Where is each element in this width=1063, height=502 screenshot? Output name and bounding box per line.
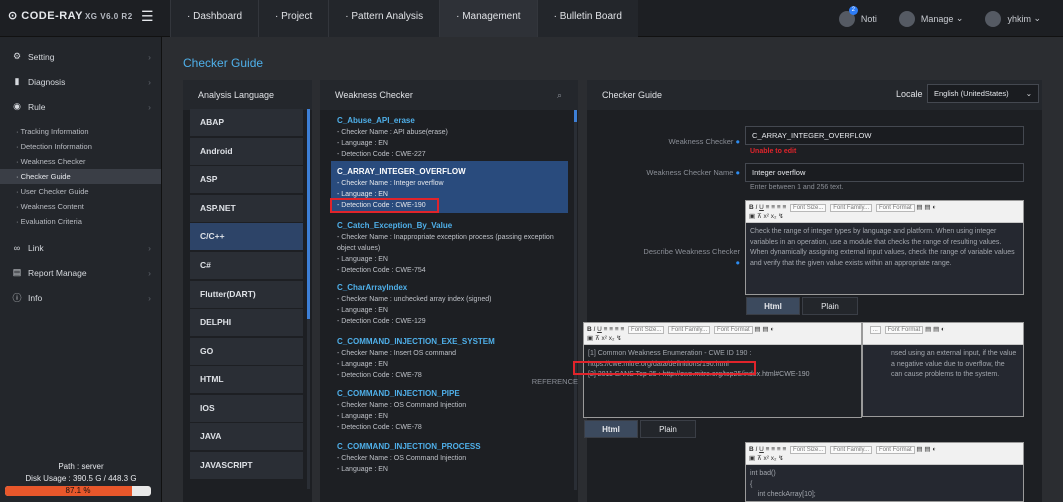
notification-badge: 2 [848,5,858,15]
language-item[interactable]: C# [190,252,303,279]
nav-bulletin-board[interactable]: · Bulletin Board [536,0,638,37]
language-item[interactable]: ASP [190,166,303,193]
html-tab[interactable]: Html [584,420,638,438]
checker-name-label: Weakness Checker Name ● [646,168,740,177]
sidebar-subitem-weakness-checker[interactable]: · Weakness Checker [0,154,161,169]
language-item[interactable]: HTML [190,366,303,393]
language-item[interactable]: GO [190,338,303,365]
weakness-panel-title: Weakness Checker ⌕ [320,80,578,110]
locale-label: Locale [896,89,923,99]
sidebar-item-report[interactable]: ▤ Report Manage › [0,260,161,285]
sidebar-item-diagnosis[interactable]: ▮ Diagnosis › [0,69,161,94]
report-icon: ▤ [12,267,22,277]
gear-icon [898,10,915,27]
bar-chart-icon: ▮ [14,76,20,86]
editor-toolbar: B I U ≡ ≡ ≡ ≡ Font Size... Font Family..… [746,443,1023,465]
highlight-box [573,361,756,375]
nav-dashboard[interactable]: · Dashboard [170,0,259,37]
search-icon[interactable]: ⌕ [557,80,562,110]
language-item[interactable]: JAVA [190,423,303,450]
nav-project[interactable]: · Project [258,0,329,37]
main-nav: · Dashboard · Project · Pattern Analysis… [170,0,638,37]
checker-item[interactable]: C_Catch_Exception_By_Value - Checker Nam… [331,215,568,275]
checker-item[interactable]: C_Abuse_API_erase - Checker Name : API a… [331,110,568,160]
reference-text[interactable]: [1] Common Weakness Enumeration - CWE ID… [584,345,861,417]
describe-editor[interactable]: B I U ≡ ≡ ≡ ≡ Font Size... Font Family..… [745,200,1024,295]
language-item[interactable]: ABAP [190,109,303,136]
sidebar-subitem-tracking[interactable]: · Tracking Information [0,124,161,139]
nav-pattern-analysis[interactable]: · Pattern Analysis [328,0,440,37]
sidebar-subitem-weakness-content[interactable]: · Weakness Content [0,199,161,214]
language-item[interactable]: DELPHI [190,309,303,336]
checker-item[interactable]: C_COMMAND_INJECTION_EXE_SYSTEM - Checker… [331,331,568,381]
sidebar-subitem-detection[interactable]: · Detection Information [0,139,161,154]
nav-management[interactable]: · Management [439,0,537,37]
avatar [985,10,1002,27]
unable-to-edit-text: Unable to edit [750,148,797,155]
notification-button[interactable]: 2 Noti [838,5,877,27]
checker-item[interactable]: C_COMMAND_INJECTION_PROCESS - Checker Na… [331,436,568,502]
sidebar-item-rule[interactable]: ◉ Rule › [0,94,161,119]
chevron-down-icon: ⌄ [1025,89,1032,98]
language-item[interactable]: Android [190,138,303,165]
user-menu[interactable]: yhkim ⌄ [985,10,1041,27]
language-scroll-thumb[interactable] [307,109,310,319]
reference-label: REFERENCE [531,377,578,386]
sidebar-subitem-user-checker-guide[interactable]: · User Checker Guide [0,184,161,199]
weakness-scroll-thumb[interactable] [574,110,577,122]
highlight-box [330,198,439,213]
language-item[interactable]: ASP.NET [190,195,303,222]
language-panel-title: Analysis Language [183,80,312,110]
gear-icon: ⚙ [12,51,22,61]
top-bar: ⊙ CODE-RAY XG V6.0 R2 ☰ · Dashboard · Pro… [0,0,1063,37]
editor-toolbar: B I U ≡ ≡ ≡ ≡ Font Size... Font Family..… [746,201,1023,223]
language-item[interactable]: IOS [190,395,303,422]
checker-item[interactable]: C_COMMAND_INJECTION_PIPE - Checker Name … [331,383,513,433]
language-item[interactable]: JAVASCRIPT [190,452,303,479]
describe-text[interactable]: Check the range of integer types by lang… [746,223,1023,294]
plain-tab[interactable]: Plain [640,420,696,438]
sidebar-subitem-checker-guide[interactable]: · Checker Guide [0,169,161,184]
page-title: Checker Guide [183,56,264,70]
disk-usage-bar: 87.1 % [5,486,151,496]
sidebar-item-setting[interactable]: ⚙ Setting › [0,44,161,69]
background-editor: ... Font Format ▤ ▤ ◐ nsed using an exte… [862,322,1024,417]
info-icon: ⓘ [12,293,22,303]
menu-icon[interactable]: ☰ [141,8,154,25]
describe-label: Describe Weakness Checker ● [643,247,740,267]
sidebar: ⚙ Setting › ▮ Diagnosis › ◉ Rule › · Tracking … [0,37,162,502]
sidebar-item-link[interactable]: ∞ Link › [0,235,161,260]
language-item[interactable]: Flutter(DART) [190,281,303,308]
locale-select[interactable]: English (UnitedStates) ⌄ [927,84,1039,103]
check-circle-icon: ◉ [13,101,21,111]
editor-toolbar: B I U ≡ ≡ ≡ ≡ Font Size... Font Family..… [584,323,861,345]
html-tab[interactable]: Html [746,297,800,315]
sidebar-item-info[interactable]: ⓘ Info › [0,285,161,310]
link-icon: ∞ [13,242,21,253]
weakness-checker-label: Weakness Checker ● [668,137,740,146]
sidebar-subitem-evaluation-criteria[interactable]: · Evaluation Criteria [0,214,161,229]
app-logo[interactable]: ⊙ CODE-RAY XG V6.0 R2 [8,9,133,22]
weakness-scrollbar[interactable] [574,110,577,490]
manage-menu[interactable]: Manage ⌄ [898,10,963,27]
code-text[interactable]: int bad() { int checkArray[10]; [746,465,1023,501]
checker-item[interactable]: C_CharArrayIndex - Checker Name : unchec… [331,277,568,327]
checker-name-help: Enter between 1 and 256 text. [750,184,844,191]
checker-name-field[interactable]: Integer overflow [745,163,1024,182]
language-item[interactable]: C/C++ [190,223,303,250]
disk-info: Path : server Disk Usage : 390.5 G / 448… [25,462,137,483]
code-editor[interactable]: B I U ≡ ≡ ≡ ≡ Font Size... Font Family..… [745,442,1024,502]
weakness-checker-field[interactable]: C_ARRAY_INTEGER_OVERFLOW [745,126,1024,145]
plain-tab[interactable]: Plain [802,297,858,315]
